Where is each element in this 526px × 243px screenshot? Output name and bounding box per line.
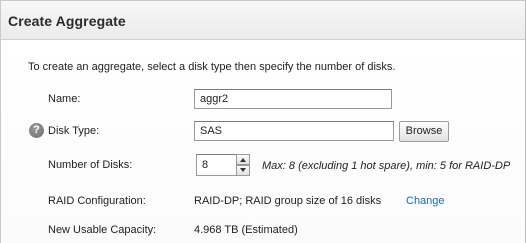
raid-configuration-label: RAID Configuration: [48,195,146,207]
help-icon[interactable]: ? [29,123,44,138]
name-label: Name: [48,93,81,105]
dialog-title: Create Aggregate [8,13,126,29]
change-raid-link[interactable]: Change [406,195,445,207]
name-input[interactable]: aggr2 [194,89,392,109]
dialog-content: To create an aggregate, select a disk ty… [1,40,525,243]
disk-type-input[interactable]: SAS [194,121,394,141]
raid-configuration-value: RAID-DP; RAID group size of 16 disks [194,195,382,207]
intro-text: To create an aggregate, select a disk ty… [28,61,396,73]
arrow-down-icon [240,168,246,172]
disk-type-label: Disk Type: [48,125,100,137]
arrow-up-icon [240,158,246,162]
disk-count-hint: Max: 8 (excluding 1 hot spare), min: 5 f… [262,160,511,172]
stepper-increment-button[interactable] [236,154,250,165]
new-usable-capacity-value: 4.968 TB (Estimated) [194,224,298,236]
new-usable-capacity-label: New Usable Capacity: [48,224,157,236]
number-of-disks-stepper: 8 [196,154,250,176]
stepper-decrement-button[interactable] [236,165,250,176]
browse-button[interactable]: Browse [399,121,449,142]
dialog-titlebar: Create Aggregate [1,1,525,40]
number-of-disks-input[interactable]: 8 [196,154,237,176]
number-of-disks-label: Number of Disks: [48,159,133,171]
create-aggregate-dialog: Create Aggregate To create an aggregate,… [0,0,526,243]
